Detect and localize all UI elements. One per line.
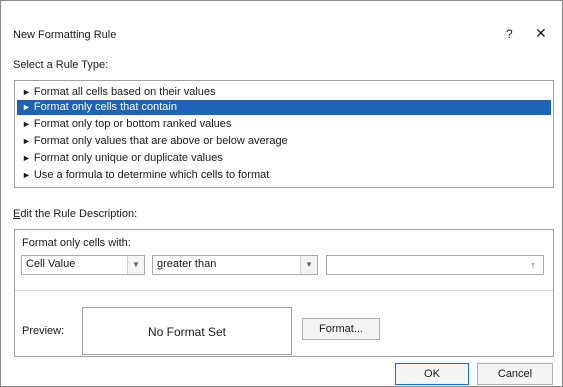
edit-label-rest: dit the Rule Description: — [20, 208, 138, 220]
new-formatting-rule-dialog: New Formatting Rule ? ✕ Select a Rule Ty… — [0, 0, 563, 387]
rule-type-item[interactable]: ► Format all cells based on their values — [17, 85, 551, 100]
operator-value: greater than — [157, 258, 217, 270]
format-only-cells-label: Format only cells with: — [22, 237, 131, 249]
chevron-down-icon[interactable]: ▼ — [300, 256, 317, 274]
arrow-right-icon: ► — [22, 170, 31, 180]
preview-label: Preview: — [22, 325, 65, 337]
rule-description-panel: Format only cells with: Cell Value ▼ gre… — [14, 229, 554, 357]
rule-type-item[interactable]: ► Format only unique or duplicate values — [17, 151, 551, 166]
close-button[interactable]: ✕ — [535, 25, 547, 42]
dialog-title: New Formatting Rule — [13, 29, 117, 41]
rule-type-item-label: Format only unique or duplicate values — [33, 152, 223, 164]
operator-select[interactable]: greater than ▼ — [152, 255, 318, 275]
collapse-dialog-icon[interactable]: ↑ — [523, 256, 543, 274]
edit-rule-description-label: Edit the Rule Description: — [13, 208, 137, 220]
preview-box: No Format Set — [82, 307, 292, 355]
arrow-right-icon: ► — [22, 153, 31, 163]
rule-type-item-selected[interactable]: ► Format only cells that contain — [17, 100, 551, 115]
help-button[interactable]: ? — [506, 27, 513, 41]
rule-type-item-label: Use a formula to determine which cells t… — [33, 169, 270, 181]
rule-type-item[interactable]: ► Format only top or bottom ranked values — [17, 117, 551, 132]
rule-type-item-label: Format all cells based on their values — [33, 86, 216, 98]
arrow-right-icon: ► — [22, 102, 31, 112]
rule-type-item[interactable]: ► Use a formula to determine which cells … — [17, 168, 551, 183]
select-rule-type-label: Select a Rule Type: — [13, 59, 109, 71]
rule-type-item-label: Format only values that are above or bel… — [33, 135, 288, 147]
rule-type-item-label: Format only cells that contain — [33, 101, 177, 113]
condition-field-select[interactable]: Cell Value ▼ — [21, 255, 145, 275]
arrow-right-icon: ► — [22, 87, 31, 97]
title-bar: New Formatting Rule ? ✕ — [1, 1, 562, 47]
ok-button[interactable]: OK — [395, 363, 469, 385]
condition-field-value: Cell Value — [26, 258, 76, 270]
format-button[interactable]: Format... — [302, 318, 380, 340]
arrow-right-icon: ► — [22, 136, 31, 146]
rule-type-item[interactable]: ► Format only values that are above or be… — [17, 134, 551, 149]
value-input[interactable]: ↑ — [326, 255, 544, 275]
rule-type-item-label: Format only top or bottom ranked values — [33, 118, 232, 130]
divider — [15, 290, 553, 291]
arrow-right-icon: ► — [22, 119, 31, 129]
chevron-down-icon[interactable]: ▼ — [127, 256, 144, 274]
rule-type-list[interactable]: ► Format all cells based on their values … — [14, 80, 554, 188]
cancel-button[interactable]: Cancel — [477, 363, 553, 385]
